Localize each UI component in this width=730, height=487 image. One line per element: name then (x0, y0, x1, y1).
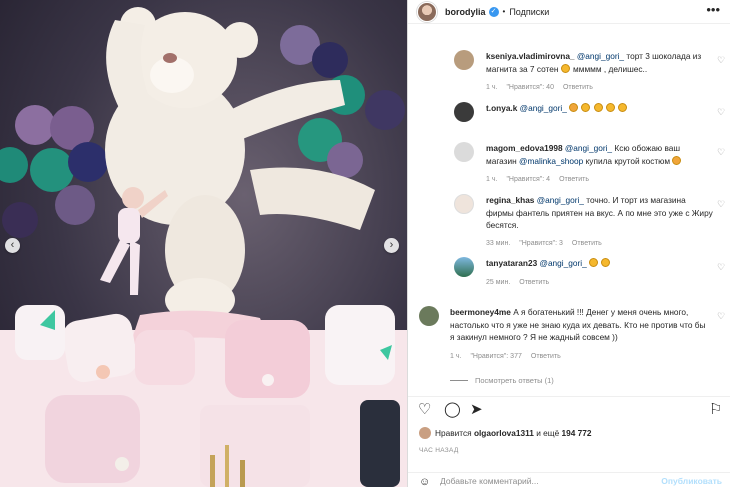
likes-prefix: Нравится (435, 428, 472, 438)
post-header: borodylia ✓ • Подписки ••• (408, 0, 730, 24)
more-options-icon[interactable]: ••• (706, 2, 720, 17)
comment-mention[interactable]: @angi_gori_ (577, 51, 624, 61)
comment-body-end: ммммм , делишес.. (573, 63, 648, 74)
instagram-post: ‹ › borodylia ✓ • Подписки ••• kseniya.v… (0, 0, 730, 487)
verified-icon: ✓ (488, 6, 499, 17)
comment-time[interactable]: 33 мин. (486, 240, 510, 247)
author-username[interactable]: borodylia (445, 7, 486, 17)
comment-username[interactable]: kseniya.vladimirovna_ (486, 51, 575, 61)
view-replies-label: Посмотреть ответы (1) (475, 376, 554, 385)
comment-username[interactable]: tanyataran23 (486, 258, 537, 268)
comment-likes[interactable]: "Нравится": 3 (519, 240, 563, 247)
comments-top-edge (408, 24, 730, 32)
comment-likes[interactable]: "Нравится": 4 (506, 176, 550, 183)
emoji-icon (581, 103, 591, 112)
prev-photo-button[interactable]: ‹ (5, 238, 20, 253)
liker-username[interactable]: olgaorlova1311 (474, 428, 534, 438)
likes-count[interactable]: 194 772 (562, 428, 592, 438)
likes-line: Нравится olgaorlova1311 и ещё 194 772 (419, 427, 592, 439)
comment-text: regina_khas @angi_gori_ точно. И торт из… (486, 194, 713, 232)
reply-button[interactable]: Ответить (559, 176, 589, 183)
post-photo[interactable]: ‹ › (0, 0, 407, 487)
comment-meta: 1 ч. "Нравится": 4 Ответить (486, 176, 589, 183)
comment-avatar[interactable] (454, 50, 474, 70)
comment-time[interactable]: 25 мин. (486, 279, 510, 286)
like-comment-icon[interactable]: ♡ (717, 147, 725, 158)
emoji-icon (618, 103, 628, 112)
publish-button[interactable]: Опубликовать (661, 476, 722, 486)
save-icon[interactable]: ⚐ (709, 402, 722, 418)
emoji-icon (593, 103, 603, 112)
emoji-icon (569, 103, 579, 112)
comment-meta: 1 ч. "Нравится": 40 Ответить (486, 84, 593, 91)
figurine-girl (100, 187, 168, 295)
like-comment-icon[interactable]: ♡ (717, 55, 725, 66)
comment-mention[interactable]: @angi_gori_ (537, 195, 584, 205)
emoji-icon (560, 63, 570, 73)
comment-meta: 33 мин. "Нравится": 3 Ответить (486, 240, 602, 247)
comment-text: t.onya.k @angi_gori_ (486, 102, 711, 115)
comment-avatar[interactable] (419, 306, 439, 326)
comment-likes[interactable]: "Нравится": 377 (470, 353, 521, 360)
like-comment-icon[interactable]: ♡ (717, 199, 725, 210)
emoji-icon (606, 103, 616, 112)
post-sidebar: borodylia ✓ • Подписки ••• kseniya.vladi… (407, 0, 730, 487)
comment-avatar[interactable] (454, 257, 474, 277)
following-button[interactable]: Подписки (509, 7, 549, 17)
comment-body-end: купила крутой костюм (585, 155, 671, 166)
like-icon[interactable]: ♡ (418, 402, 431, 418)
comment-text: kseniya.vladimirovna_ @angi_gori_ торт 3… (486, 50, 711, 75)
emoji-picker-icon[interactable]: ☺ (419, 476, 430, 487)
emoji-icon (589, 258, 599, 267)
comment-text: beermoney4me А я богатенький !!! Денег у… (450, 306, 712, 344)
reply-button[interactable]: Ответить (519, 279, 549, 286)
comment-avatar[interactable] (454, 102, 474, 122)
comment-meta: 25 мин. Ответить (486, 279, 549, 286)
comment-time[interactable]: 1 ч. (486, 84, 497, 91)
emoji-icon (672, 155, 682, 165)
view-replies-button[interactable]: Посмотреть ответы (1) (450, 376, 554, 385)
like-comment-icon[interactable]: ♡ (717, 107, 725, 118)
reply-button[interactable]: Ответить (531, 353, 561, 360)
like-comment-icon[interactable]: ♡ (717, 262, 725, 273)
comment-avatar[interactable] (454, 142, 474, 162)
comment-text: tanyataran23 @angi_gori_ (486, 257, 711, 270)
comment-mention-2[interactable]: @malinka_shoop (519, 156, 583, 166)
author-avatar[interactable] (417, 1, 437, 22)
comment-username[interactable]: beermoney4me (450, 307, 511, 317)
emoji-icon (601, 258, 611, 267)
reply-button[interactable]: Ответить (572, 240, 602, 247)
comment-mention[interactable]: @angi_gori_ (540, 258, 587, 268)
liker-avatar[interactable] (419, 427, 431, 439)
comment-avatar[interactable] (454, 194, 474, 214)
post-actions: ♡ ◯ ➤ ⚐ (408, 396, 730, 422)
separator-dot: • (502, 7, 506, 16)
comment-mention[interactable]: @angi_gori_ (520, 103, 567, 113)
comment-input[interactable] (440, 475, 660, 487)
like-comment-icon[interactable]: ♡ (717, 311, 725, 322)
likes-suffix: и ещё (536, 428, 560, 438)
replies-line (450, 380, 468, 381)
comment-username[interactable]: t.onya.k (486, 103, 517, 113)
cake-base (0, 305, 407, 487)
post-time[interactable]: ЧАС НАЗАД (419, 447, 459, 454)
next-photo-button[interactable]: › (384, 238, 399, 253)
comments-list[interactable]: kseniya.vladimirovna_ @angi_gori_ торт 3… (408, 24, 730, 396)
share-icon[interactable]: ➤ (470, 402, 483, 418)
comment-icon[interactable]: ◯ (444, 402, 461, 418)
comment-mention[interactable]: @angi_gori_ (565, 143, 612, 153)
reply-button[interactable]: Ответить (563, 84, 593, 91)
comment-time[interactable]: 1 ч. (486, 176, 497, 183)
comment-meta: 1 ч. "Нравится": 377 Ответить (450, 353, 561, 360)
comment-likes[interactable]: "Нравится": 40 (506, 84, 554, 91)
comment-time[interactable]: 1 ч. (450, 353, 461, 360)
cake-photo-illustration (0, 7, 407, 487)
comment-text: magom_edova1998 @angi_gori_ Ксю обожаю в… (486, 142, 711, 167)
comment-username[interactable]: regina_khas (486, 195, 534, 205)
add-comment-bar: ☺ Опубликовать (408, 472, 730, 487)
comment-username[interactable]: magom_edova1998 (486, 143, 563, 153)
